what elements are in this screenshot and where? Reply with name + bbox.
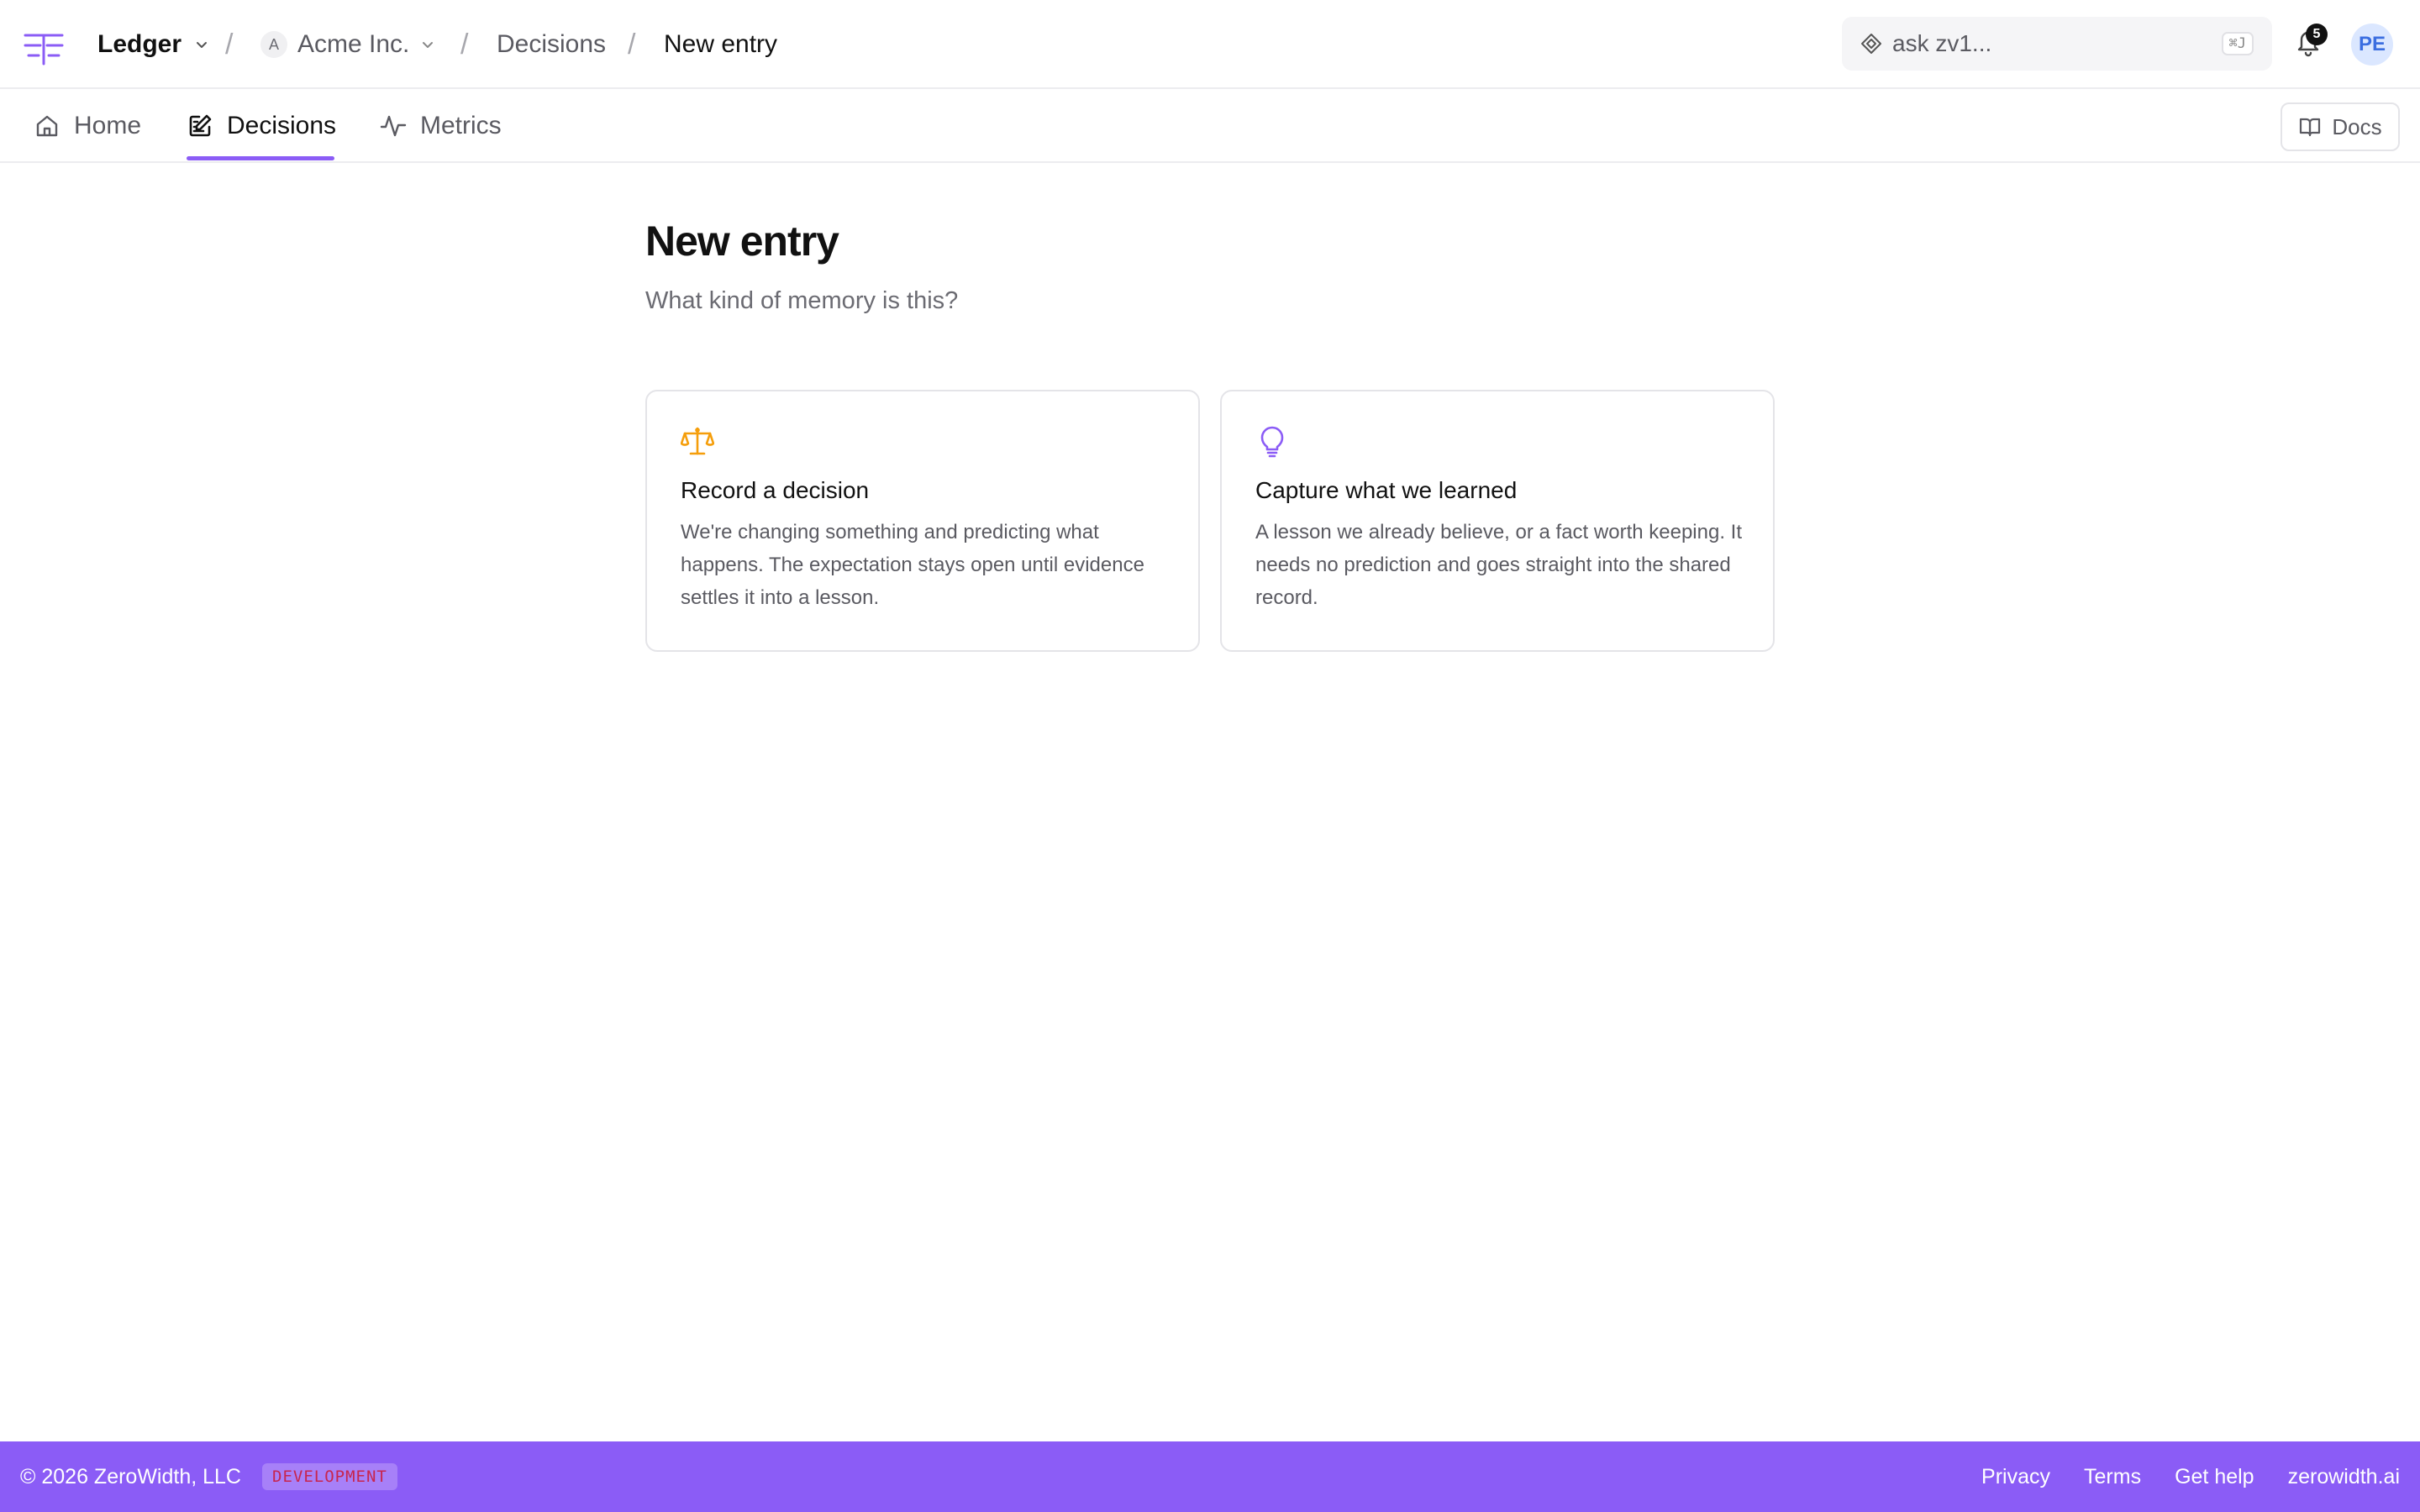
breadcrumb-decisions[interactable]: Decisions <box>497 0 606 89</box>
footer-link-terms[interactable]: Terms <box>2084 1465 2141 1489</box>
tab-label: Decisions <box>227 112 337 139</box>
search-placeholder: ask zv1... <box>1892 30 1992 56</box>
app-name: Ledger <box>97 30 182 58</box>
active-tab-indicator <box>187 156 334 160</box>
page-title: New entry <box>645 218 839 265</box>
chevron-down-icon <box>197 42 208 48</box>
card-title: Capture what we learned <box>1255 477 1518 503</box>
footer-link-get-help[interactable]: Get help <box>2175 1465 2254 1489</box>
book-open-icon <box>2300 118 2321 137</box>
footer-link-website[interactable]: zerowidth.ai <box>2288 1465 2400 1489</box>
scale-icon <box>681 427 714 455</box>
breadcrumb-separator: / <box>225 28 234 60</box>
footer-links: Privacy Terms Get help zerowidth.ai <box>1981 1465 2400 1489</box>
tab-metrics[interactable]: Metrics <box>380 89 502 163</box>
lightbulb-icon <box>1260 426 1284 458</box>
app-logo-icon[interactable] <box>24 29 64 69</box>
org-name: Acme Inc. <box>297 30 410 58</box>
ask-search-input[interactable]: ask zv1... ⌘J <box>1842 17 2272 71</box>
footer-link-privacy[interactable]: Privacy <box>1981 1465 2050 1489</box>
notification-count-badge: 5 <box>2306 24 2328 45</box>
tab-decisions[interactable]: Decisions <box>187 89 336 163</box>
card-description: We're changing something and predicting … <box>681 521 1144 609</box>
activity-icon <box>380 115 407 137</box>
tab-label: Metrics <box>420 112 502 139</box>
chevron-down-icon <box>423 42 434 48</box>
capture-learned-card[interactable]: Capture what we learned A lesson we alre… <box>1220 390 1775 652</box>
edit-icon <box>189 114 212 137</box>
user-avatar[interactable]: PE <box>2351 24 2393 66</box>
record-decision-card[interactable]: Record a decision We're changing somethi… <box>645 390 1200 652</box>
tab-home[interactable]: Home <box>34 89 141 163</box>
home-icon <box>36 115 58 137</box>
environment-badge: DEVELOPMENT <box>262 1463 397 1490</box>
breadcrumb-separator: / <box>460 28 469 60</box>
sparkle-diamond-icon <box>1861 34 1881 54</box>
section-nav: Home Decisions Metrics Docs <box>0 89 2420 163</box>
docs-label: Docs <box>2332 113 2382 139</box>
top-bar: Ledger / A Acme Inc. / Decisions / New e… <box>0 0 2420 89</box>
org-switcher[interactable]: A Acme Inc. <box>260 0 436 89</box>
footer: © 2026 ZeroWidth, LLC DEVELOPMENT Privac… <box>0 1441 2420 1512</box>
breadcrumb-current: New entry <box>664 30 778 58</box>
card-title: Record a decision <box>681 477 870 503</box>
tab-label: Home <box>74 112 142 139</box>
search-shortcut-hint: ⌘J <box>2221 32 2254 55</box>
card-description: A lesson we already believe, or a fact w… <box>1255 521 1742 609</box>
page-subtitle: What kind of memory is this? <box>645 287 959 314</box>
copyright-text: © 2026 ZeroWidth, LLC <box>20 1464 241 1488</box>
breadcrumb-separator: / <box>628 28 636 60</box>
docs-button[interactable]: Docs <box>2281 102 2400 151</box>
org-avatar: A <box>260 31 287 58</box>
app-switcher[interactable]: Ledger <box>97 0 210 89</box>
